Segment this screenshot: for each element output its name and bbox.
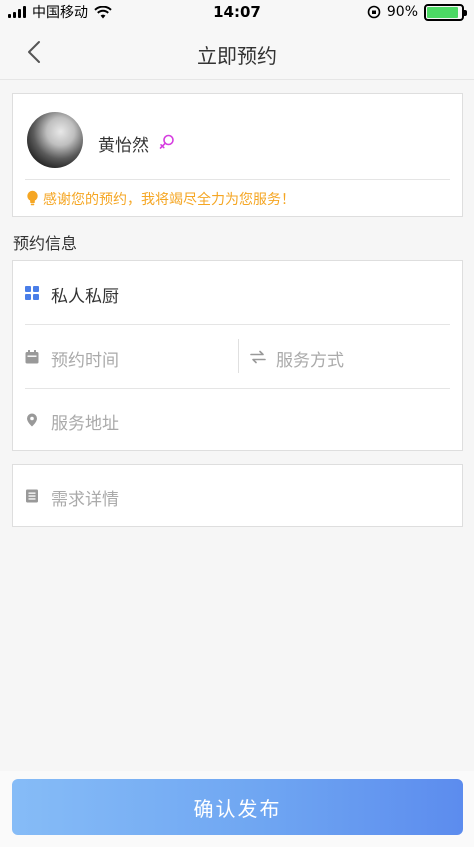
service-type-row[interactable]: 私人私厨 xyxy=(13,261,462,324)
document-icon xyxy=(26,489,38,503)
section-title: 预约信息 xyxy=(13,234,78,253)
service-type-value: 私人私厨 xyxy=(51,287,119,307)
grid-icon xyxy=(25,286,39,300)
divider xyxy=(238,339,239,373)
status-bar: 中国移动 14:07 90% xyxy=(0,0,474,24)
battery-percent: 90% xyxy=(386,4,418,20)
details-field: 需求详情 xyxy=(51,490,119,510)
provider-name: 黄怡然 xyxy=(98,136,149,156)
time-method-row: 预约时间 服务方式 xyxy=(13,325,462,388)
welcome-tip: 感谢您的预约，我将竭尽全力为您服务！ xyxy=(43,192,295,208)
service-method-picker[interactable]: 服务方式 xyxy=(276,346,344,371)
swap-icon xyxy=(250,350,266,364)
footer: 确认发布 xyxy=(0,771,474,847)
calendar-icon xyxy=(25,350,39,364)
profile-card: 黄怡然 感谢您的预约，我将竭尽全力为您服务！ xyxy=(12,93,463,217)
carrier-label: 中国移动 xyxy=(32,5,88,21)
requirements-card[interactable]: 需求详情 xyxy=(12,464,463,527)
confirm-publish-button[interactable]: 确认发布 xyxy=(12,779,463,835)
orientation-lock-icon xyxy=(367,5,381,19)
signal-icon xyxy=(8,6,26,18)
address-row[interactable]: 服务地址 xyxy=(13,388,462,451)
time-picker[interactable]: 预约时间 xyxy=(51,346,119,371)
booking-info-card: 私人私厨 预约时间 服务方式 服务地址 xyxy=(12,260,463,451)
lightbulb-icon xyxy=(27,190,38,206)
address-field: 服务地址 xyxy=(51,414,119,434)
page-title: 立即预约 xyxy=(197,44,277,68)
nav-bar: 立即预约 xyxy=(0,24,474,80)
status-right: 90% xyxy=(367,3,467,21)
divider xyxy=(25,179,450,180)
wifi-icon xyxy=(94,5,112,18)
female-icon xyxy=(159,134,174,149)
status-left: 中国移动 xyxy=(8,2,112,22)
location-pin-icon xyxy=(27,413,37,427)
avatar[interactable] xyxy=(27,112,83,168)
battery-icon xyxy=(424,3,467,21)
